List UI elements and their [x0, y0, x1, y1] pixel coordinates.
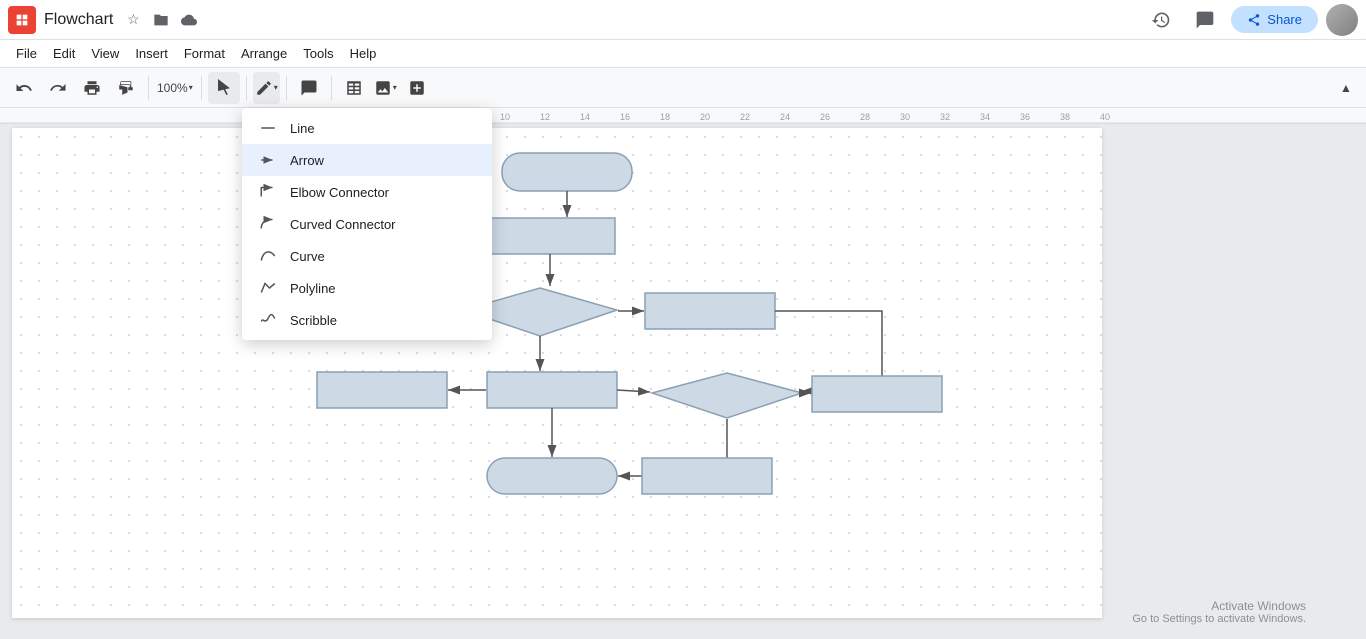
watermark-line2: Go to Settings to activate Windows.: [1132, 613, 1306, 625]
dropdown-curved-connector-label: Curved Connector: [290, 217, 396, 232]
menu-bar: File Edit View Insert Format Arrange Too…: [0, 40, 1366, 68]
menu-format[interactable]: Format: [176, 42, 233, 66]
dropdown-menu: Line Arrow Elbow Connector Curved Connec…: [242, 108, 492, 340]
redo-button[interactable]: [42, 72, 74, 104]
canvas-scroll[interactable]: Activate Windows Go to Settings to activ…: [0, 124, 1366, 639]
svg-text:16: 16: [620, 112, 630, 122]
menu-file[interactable]: File: [8, 42, 45, 66]
svg-text:32: 32: [940, 112, 950, 122]
share-button[interactable]: Share: [1231, 6, 1318, 33]
separator-2: [201, 76, 202, 100]
top-bar: Flowchart ☆ Share: [0, 0, 1366, 40]
dropdown-item-arrow[interactable]: Arrow: [242, 144, 492, 176]
menu-insert[interactable]: Insert: [127, 42, 176, 66]
dropdown-arrow-label: Arrow: [290, 153, 324, 168]
svg-text:40: 40: [1100, 112, 1110, 122]
menu-tools[interactable]: Tools: [295, 42, 341, 66]
image-arrow: ▾: [393, 83, 397, 92]
svg-text:28: 28: [860, 112, 870, 122]
image-button[interactable]: ▾: [372, 72, 399, 104]
svg-text:14: 14: [580, 112, 590, 122]
canvas-area[interactable]: Activate Windows Go to Settings to activ…: [0, 124, 1366, 639]
svg-text:22: 22: [740, 112, 750, 122]
comment-tool-button[interactable]: [293, 72, 325, 104]
watermark-line1: Activate Windows: [1132, 599, 1306, 613]
zoom-label: 100%: [157, 81, 188, 95]
line-arrow: ▾: [274, 83, 278, 92]
top-right: Share: [1143, 2, 1358, 38]
dropdown-item-elbow[interactable]: Elbow Connector: [242, 176, 492, 208]
dropdown-curve-label: Curve: [290, 249, 325, 264]
svg-text:26: 26: [820, 112, 830, 122]
main-area: 0 2 4 6 8 10 12 14 16 18 20 22 24 26 28 …: [0, 108, 1366, 639]
history-button[interactable]: [1143, 2, 1179, 38]
undo-button[interactable]: [8, 72, 40, 104]
svg-text:10: 10: [500, 112, 510, 122]
line-tool-button[interactable]: ▾: [253, 72, 280, 104]
add-button[interactable]: [401, 72, 433, 104]
dropdown-polyline-label: Polyline: [290, 281, 336, 296]
dropdown-item-curved-connector[interactable]: Curved Connector: [242, 208, 492, 240]
curve-icon: [258, 246, 278, 266]
zoom-button[interactable]: 100% ▾: [155, 72, 195, 104]
document-canvas[interactable]: [12, 128, 1102, 618]
menu-view[interactable]: View: [83, 42, 127, 66]
table-button[interactable]: [338, 72, 370, 104]
zoom-arrow: ▾: [189, 83, 193, 92]
dropdown-scribble-label: Scribble: [290, 313, 337, 328]
flowchart-svg: [12, 128, 1102, 618]
toolbar-expand-button[interactable]: ▲: [1334, 76, 1358, 100]
doc-title: Flowchart: [44, 11, 113, 29]
dropdown-item-line[interactable]: Line: [242, 112, 492, 144]
dropdown-item-scribble[interactable]: Scribble: [242, 304, 492, 336]
dropdown-elbow-label: Elbow Connector: [290, 185, 389, 200]
select-button[interactable]: [208, 72, 240, 104]
star-button[interactable]: ☆: [121, 8, 145, 32]
cloud-button[interactable]: [177, 8, 201, 32]
menu-help[interactable]: Help: [342, 42, 385, 66]
svg-text:18: 18: [660, 112, 670, 122]
elbow-icon: [258, 182, 278, 202]
svg-text:34: 34: [980, 112, 990, 122]
scribble-icon: [258, 310, 278, 330]
comment-button[interactable]: [1187, 2, 1223, 38]
title-icons: ☆: [121, 8, 201, 32]
menu-edit[interactable]: Edit: [45, 42, 83, 66]
canvas-bg: Activate Windows Go to Settings to activ…: [0, 124, 1366, 639]
print-button[interactable]: [76, 72, 108, 104]
svg-text:24: 24: [780, 112, 790, 122]
separator-1: [148, 76, 149, 100]
ruler-horizontal: 0 2 4 6 8 10 12 14 16 18 20 22 24 26 28 …: [0, 108, 1366, 124]
activation-watermark: Activate Windows Go to Settings to activ…: [1132, 599, 1306, 625]
toolbar: 100% ▾ ▾ ▾ ▲: [0, 68, 1366, 108]
dropdown-item-curve[interactable]: Curve: [242, 240, 492, 272]
menu-arrange[interactable]: Arrange: [233, 42, 295, 66]
line-icon: [258, 118, 278, 138]
curved-connector-icon: [258, 214, 278, 234]
folder-button[interactable]: [149, 8, 173, 32]
arrow-icon: [258, 150, 278, 170]
separator-4: [286, 76, 287, 100]
svg-text:36: 36: [1020, 112, 1030, 122]
dropdown-line-label: Line: [290, 121, 315, 136]
paint-format-button[interactable]: [110, 72, 142, 104]
svg-text:20: 20: [700, 112, 710, 122]
svg-text:38: 38: [1060, 112, 1070, 122]
share-label: Share: [1267, 12, 1302, 27]
dropdown-item-polyline[interactable]: Polyline: [242, 272, 492, 304]
app-icon: [8, 6, 36, 34]
polyline-icon: [258, 278, 278, 298]
separator-5: [331, 76, 332, 100]
separator-3: [246, 76, 247, 100]
svg-text:30: 30: [900, 112, 910, 122]
svg-text:12: 12: [540, 112, 550, 122]
user-avatar: [1326, 4, 1358, 36]
